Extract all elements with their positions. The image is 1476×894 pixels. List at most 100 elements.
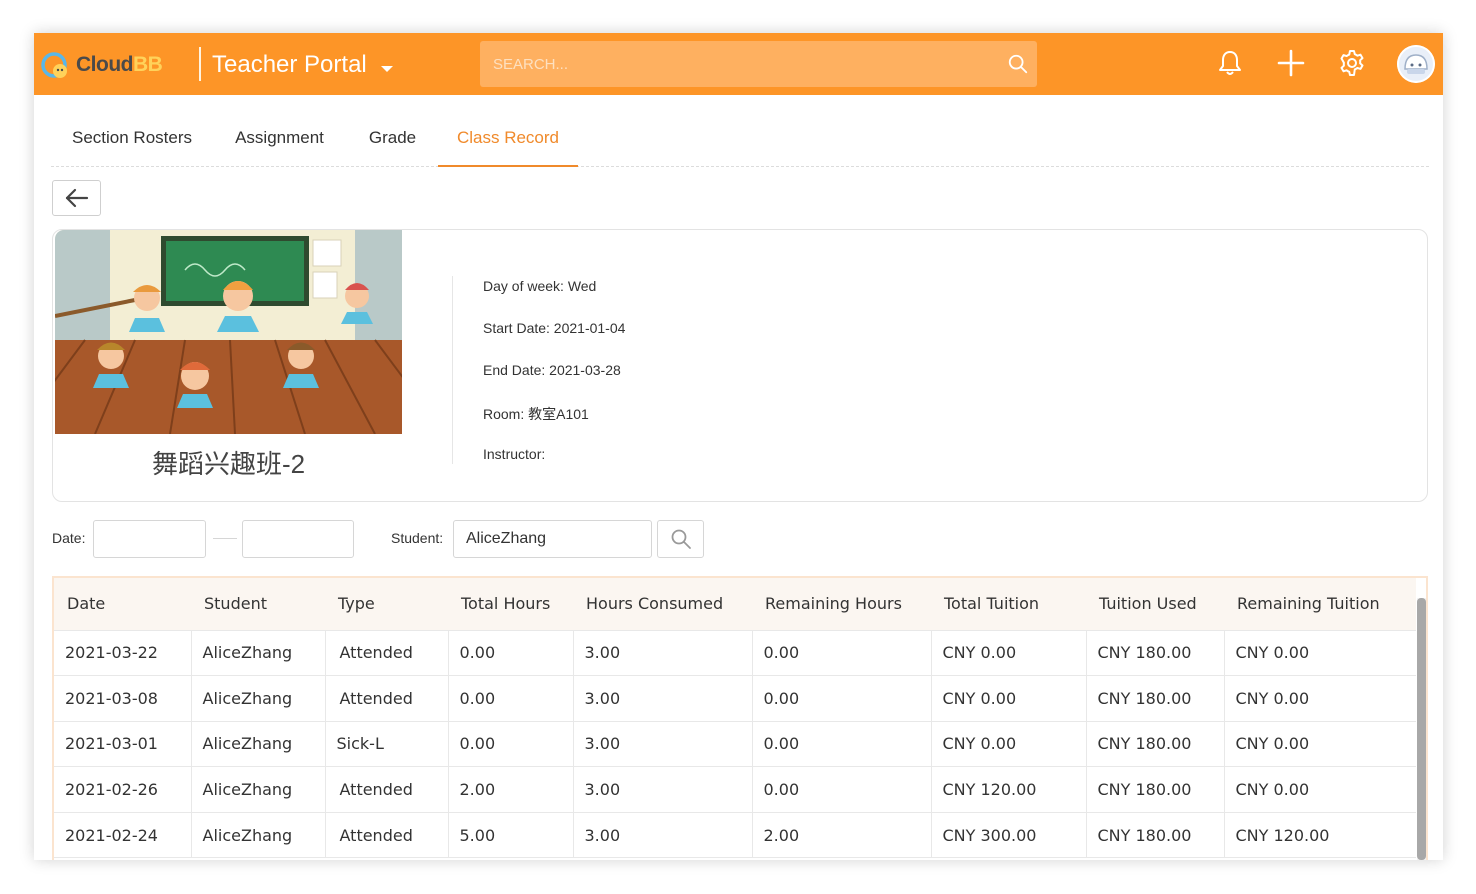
tab-grade[interactable]: Grade bbox=[346, 95, 439, 167]
global-search bbox=[480, 41, 1037, 87]
cell-remaining-hours: 0.00 bbox=[752, 766, 932, 813]
cell-student: AliceZhang bbox=[191, 630, 326, 677]
cell-total-hours: 0.00 bbox=[448, 721, 574, 768]
cell-hours-consumed: 3.00 bbox=[573, 812, 753, 859]
table-row[interactable]: 2021-03-01 AliceZhang Sick-L 0.00 3.00 0… bbox=[54, 721, 1416, 768]
date-from-field[interactable] bbox=[93, 520, 206, 558]
logo-text-bb: BB bbox=[132, 53, 163, 76]
cell-total-tuition: CNY 0.00 bbox=[931, 721, 1087, 768]
tab-section-rosters[interactable]: Section Rosters bbox=[51, 95, 213, 167]
logo-text: CloudBB bbox=[76, 53, 163, 77]
table-scrollbar-thumb[interactable] bbox=[1417, 598, 1426, 860]
student-filter-label: Student: bbox=[391, 530, 444, 546]
table-row[interactable]: 2021-02-26 AliceZhang Attended 2.00 3.00… bbox=[54, 766, 1416, 813]
cell-type: Attended bbox=[325, 630, 449, 677]
cell-remaining-tuition: CNY 0.00 bbox=[1224, 721, 1416, 768]
table-row[interactable]: 2021-02-24 AliceZhang Attended 5.00 3.00… bbox=[54, 812, 1416, 859]
top-nav-bar: CloudBB Teacher Portal bbox=[34, 33, 1443, 95]
records-table: Date Student Type Total Hours Hours Cons… bbox=[54, 578, 1416, 859]
cell-total-hours: 0.00 bbox=[448, 630, 574, 677]
class-info-card: 舞蹈兴趣班-2 Day of week: Wed Start Date: 202… bbox=[52, 229, 1428, 502]
filter-search-button[interactable] bbox=[657, 520, 704, 558]
portal-switcher[interactable]: Teacher Portal bbox=[212, 50, 393, 80]
info-divider bbox=[452, 276, 453, 464]
cell-total-tuition: CNY 120.00 bbox=[931, 766, 1087, 813]
cell-type: Attended bbox=[325, 766, 449, 813]
cell-date: 2021-03-22 bbox=[54, 630, 192, 677]
end-date: End Date: 2021-03-28 bbox=[483, 362, 621, 378]
plus-icon[interactable] bbox=[1276, 48, 1306, 78]
portal-title: Teacher Portal bbox=[212, 51, 367, 78]
cell-date: 2021-02-26 bbox=[54, 766, 192, 813]
cell-tuition-used: CNY 180.00 bbox=[1086, 721, 1225, 768]
cell-total-tuition: CNY 300.00 bbox=[931, 812, 1087, 859]
cell-tuition-used: CNY 180.00 bbox=[1086, 766, 1225, 813]
table-row[interactable]: 2021-03-22 AliceZhang Attended 0.00 3.00… bbox=[54, 630, 1416, 677]
col-header-remaining-hours[interactable]: Remaining Hours bbox=[752, 578, 931, 631]
cell-student: AliceZhang bbox=[191, 812, 326, 859]
instructor: Instructor: bbox=[483, 446, 546, 462]
date-to-field[interactable] bbox=[242, 520, 354, 558]
col-header-student[interactable]: Student bbox=[191, 578, 325, 631]
table-header-row: Date Student Type Total Hours Hours Cons… bbox=[54, 578, 1416, 631]
cell-remaining-tuition: CNY 120.00 bbox=[1224, 812, 1416, 859]
cell-type: Sick-L bbox=[325, 721, 449, 768]
global-search-input[interactable] bbox=[480, 41, 990, 87]
cell-date: 2021-03-08 bbox=[54, 675, 192, 722]
date-filter-label: Date: bbox=[52, 530, 86, 546]
col-header-tuition-used[interactable]: Tuition Used bbox=[1086, 578, 1224, 631]
cloud-logo-icon bbox=[41, 52, 67, 78]
caret-down-icon bbox=[380, 66, 393, 72]
cell-hours-consumed: 3.00 bbox=[573, 721, 753, 768]
cell-type: Attended bbox=[325, 812, 449, 859]
cell-total-hours: 0.00 bbox=[448, 675, 574, 722]
class-name: 舞蹈兴趣班-2 bbox=[151, 449, 306, 479]
date-range-separator bbox=[213, 538, 237, 539]
cell-total-tuition: CNY 0.00 bbox=[931, 675, 1087, 722]
user-avatar-icon bbox=[1397, 45, 1435, 83]
col-header-date[interactable]: Date bbox=[54, 578, 191, 631]
cell-student: AliceZhang bbox=[191, 721, 326, 768]
cell-total-hours: 2.00 bbox=[448, 766, 574, 813]
col-header-total-hours[interactable]: Total Hours bbox=[448, 578, 573, 631]
tab-assignment[interactable]: Assignment bbox=[213, 95, 346, 167]
tab-class-record[interactable]: Class Record bbox=[438, 95, 578, 167]
app-window: CloudBB Teacher Portal SEARCH... Section… bbox=[34, 33, 1443, 860]
room: Room: 教室A101 bbox=[483, 406, 589, 422]
cell-date: 2021-02-24 bbox=[54, 812, 192, 859]
start-date: Start Date: 2021-01-04 bbox=[483, 320, 626, 336]
cell-date: 2021-03-01 bbox=[54, 721, 192, 768]
cell-student: AliceZhang bbox=[191, 766, 326, 813]
col-header-remaining-tuition[interactable]: Remaining Tuition bbox=[1224, 578, 1416, 631]
cell-student: AliceZhang bbox=[191, 675, 326, 722]
bell-icon[interactable] bbox=[1215, 48, 1245, 78]
arrow-left-icon bbox=[65, 188, 88, 208]
tab-bar: Section Rosters Assignment Grade Class R… bbox=[51, 95, 1429, 167]
gear-icon[interactable] bbox=[1337, 48, 1367, 78]
cell-total-tuition: CNY 0.00 bbox=[931, 630, 1087, 677]
avatar[interactable] bbox=[1397, 45, 1435, 83]
col-header-type[interactable]: Type bbox=[325, 578, 448, 631]
dance-class-illustration bbox=[55, 230, 402, 434]
day-of-week: Day of week: Wed bbox=[483, 278, 597, 294]
cell-remaining-tuition: CNY 0.00 bbox=[1224, 766, 1416, 813]
cell-tuition-used: CNY 180.00 bbox=[1086, 675, 1225, 722]
cell-hours-consumed: 3.00 bbox=[573, 630, 753, 677]
cloudbb-logo[interactable]: CloudBB bbox=[40, 49, 163, 81]
col-header-hours-consumed[interactable]: Hours Consumed bbox=[573, 578, 752, 631]
cell-total-hours: 5.00 bbox=[448, 812, 574, 859]
title-divider bbox=[199, 47, 201, 81]
col-header-total-tuition[interactable]: Total Tuition bbox=[931, 578, 1086, 631]
logo-text-cloud: Cloud bbox=[76, 53, 133, 76]
back-button[interactable] bbox=[52, 180, 101, 216]
cell-tuition-used: CNY 180.00 bbox=[1086, 630, 1225, 677]
cell-remaining-hours: 0.00 bbox=[752, 630, 932, 677]
class-cover-image bbox=[55, 230, 402, 434]
cell-hours-consumed: 3.00 bbox=[573, 675, 753, 722]
search-icon bbox=[671, 529, 691, 549]
cell-remaining-tuition: CNY 0.00 bbox=[1224, 675, 1416, 722]
student-field[interactable] bbox=[453, 520, 652, 558]
cell-remaining-hours: 0.00 bbox=[752, 675, 932, 722]
table-row[interactable]: 2021-03-08 AliceZhang Attended 0.00 3.00… bbox=[54, 675, 1416, 722]
search-icon[interactable] bbox=[1007, 53, 1029, 75]
